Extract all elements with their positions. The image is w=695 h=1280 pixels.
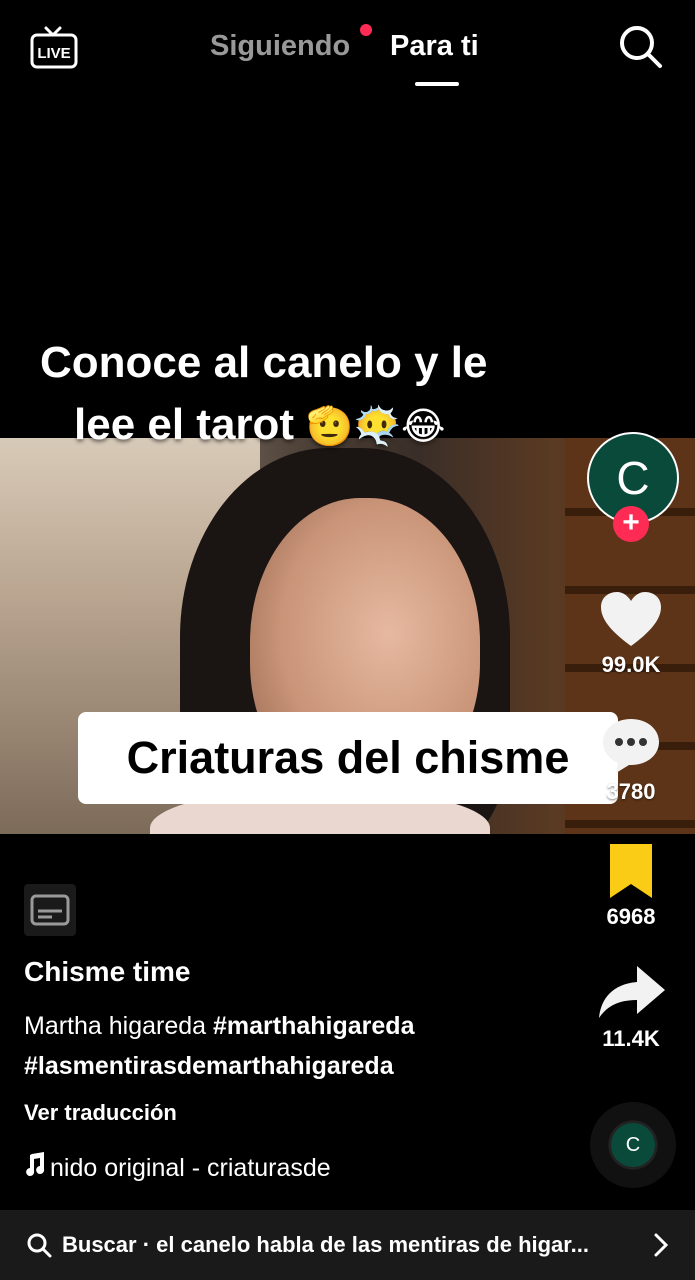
top-bar: LIVE Siguiendo Para ti [0,0,695,100]
share-count: 11.4K [602,1026,660,1051]
post-author[interactable]: Chisme time [24,956,191,988]
sound-disc[interactable]: C [590,1102,676,1188]
comment-count: 3780 [606,779,656,804]
active-tab-indicator [415,82,459,86]
closed-captions-icon [30,894,70,926]
post-description: Martha higareda #marthahigareda #lasment… [24,1006,564,1086]
hashtag-link[interactable]: #marthahigareda [213,1012,414,1040]
save-button[interactable]: 6968 [585,842,677,930]
captions-button[interactable] [24,884,76,936]
video-caption-box: Criaturas del chisme [78,712,618,804]
bookmark-icon [610,844,652,898]
comment-button[interactable]: 3780 [585,715,677,805]
heart-icon [601,592,661,646]
notification-dot [360,24,372,36]
follow-button[interactable]: + [613,506,649,542]
action-rail: C + 99.0K 3780 6968 11.4K [585,430,695,1210]
overlay-line-2: lee el tarot 🫡😶‍🌫️😂 [74,400,446,449]
video-overlay-text: Conoce al canelo y le lee el tarot 🫡😶‍🌫️… [40,332,580,458]
search-suggestion-bar[interactable]: Buscar · el canelo habla de las mentiras… [0,1210,695,1280]
feed-tabs: Siguiendo Para ti [0,24,695,86]
comment-icon [603,719,659,773]
like-button[interactable]: 99.0K [585,590,677,678]
tab-for-you[interactable]: Para ti [390,30,479,63]
chevron-right-icon [654,1233,669,1257]
search-button[interactable] [616,22,666,72]
music-ticker[interactable]: nido original - criaturasde [24,1152,374,1183]
save-count: 6968 [606,904,656,929]
see-translation-link[interactable]: Ver traducción [24,1100,177,1126]
overlay-line-1: Conoce al canelo y le [40,338,488,387]
search-icon [27,1233,52,1258]
hashtag-link[interactable]: #lasmentirasdemarthahigareda [24,1052,394,1080]
overlay-emojis: 🫡😶‍🌫️😂 [306,406,446,448]
tab-following[interactable]: Siguiendo [210,30,350,63]
share-button[interactable]: 11.4K [585,962,677,1052]
desc-text: Martha higareda [24,1012,214,1040]
search-suggestion-text: Buscar · el canelo habla de las mentiras… [62,1232,589,1257]
search-icon [620,26,662,68]
share-arrow-icon [599,966,665,1018]
music-note-icon [24,1152,50,1183]
music-title: nido original - criaturasde [50,1154,331,1182]
sound-disc-avatar: C [611,1123,655,1167]
like-count: 99.0K [601,652,661,677]
